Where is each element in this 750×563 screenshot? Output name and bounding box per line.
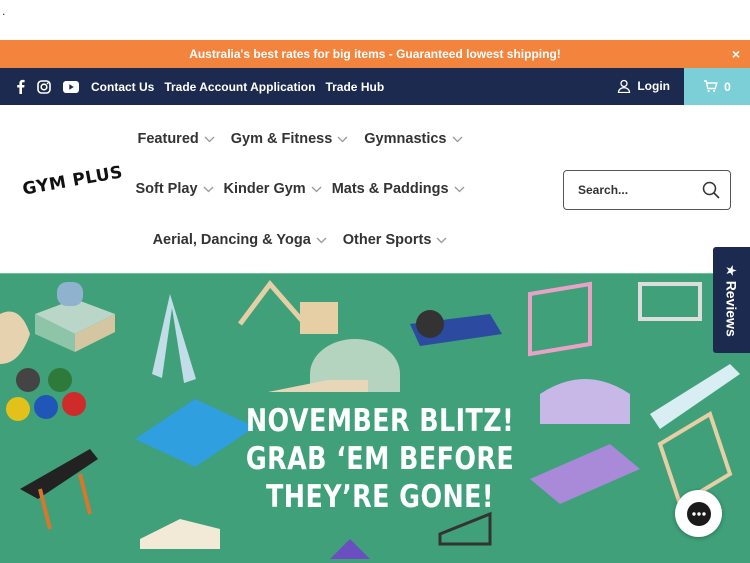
trade-hub-link[interactable]: Trade Hub: [325, 80, 384, 94]
chat-icon: [686, 501, 711, 526]
trade-account-link[interactable]: Trade Account Application: [164, 80, 315, 94]
stray-dot: .: [2, 4, 6, 18]
social-links: [0, 79, 79, 94]
user-icon: [618, 79, 631, 93]
chevron-down-icon: [311, 186, 322, 192]
instagram-icon[interactable]: [37, 79, 51, 94]
contact-us-link[interactable]: Contact Us: [91, 80, 154, 94]
nav-label: Gym & Fitness: [230, 131, 333, 147]
nav-label: Gymnastics: [364, 131, 447, 147]
chat-button[interactable]: [675, 490, 722, 537]
chevron-down-icon: [316, 237, 327, 243]
chevron-down-icon: [204, 136, 215, 142]
facebook-icon[interactable]: [16, 79, 25, 94]
nav-other-sports[interactable]: Other Sports: [343, 232, 448, 248]
cart-icon: [704, 80, 718, 93]
nav-label: Featured: [137, 131, 199, 147]
nav-row-3: Aerial, Dancing & Yoga Other Sports: [70, 232, 530, 248]
login-button[interactable]: Login: [617, 79, 670, 93]
hero-headline-line-3: THEY’RE GONE!: [266, 479, 494, 515]
chevron-down-icon: [436, 237, 447, 243]
reviews-tab[interactable]: ★ Reviews: [713, 247, 750, 353]
chevron-down-icon: [452, 136, 462, 142]
nav-row-2: Soft Play Kinder Gym Mats & Paddings: [70, 181, 530, 197]
chevron-down-icon: [454, 186, 464, 192]
nav-kinder-gym[interactable]: Kinder Gym: [224, 181, 322, 197]
cart-button[interactable]: 0: [684, 68, 750, 105]
top-links: Contact Us Trade Account Application Tra…: [91, 80, 384, 94]
site-header: GYM PLUS Featured Gym & Fitness Gymnasti…: [0, 105, 750, 273]
announcement-text: Australia's best rates for big items - G…: [189, 47, 561, 61]
nav-label: Aerial, Dancing & Yoga: [152, 232, 311, 248]
nav-gym-fitness[interactable]: Gym & Fitness: [231, 131, 349, 147]
search-placeholder: Search...: [578, 183, 629, 197]
nav-gymnastics[interactable]: Gymnastics: [364, 131, 462, 147]
nav-label: Kinder Gym: [223, 181, 306, 197]
hero-banner[interactable]: NOVEMBER BLITZ! GRAB ‘EM BEFORE THEY’RE …: [0, 273, 750, 563]
nav-soft-play[interactable]: Soft Play: [135, 181, 213, 197]
search-input[interactable]: Search...: [563, 170, 731, 210]
hero-headline-line-2: GRAB ‘EM BEFORE: [245, 441, 515, 477]
chevron-down-icon: [203, 186, 213, 192]
nav-aerial-dancing-yoga[interactable]: Aerial, Dancing & Yoga: [153, 232, 327, 248]
cart-count: 0: [724, 79, 731, 94]
nav-row-1: Featured Gym & Fitness Gymnastics: [70, 131, 530, 147]
top-bar: Contact Us Trade Account Application Tra…: [0, 68, 750, 105]
announcement-bar: Australia's best rates for big items - G…: [0, 40, 750, 68]
nav-label: Other Sports: [342, 232, 432, 248]
youtube-icon[interactable]: [63, 80, 79, 93]
nav-mats-paddings[interactable]: Mats & Paddings: [332, 181, 465, 197]
nav-label: Soft Play: [135, 181, 198, 197]
close-icon[interactable]: ×: [732, 46, 740, 62]
chevron-down-icon: [337, 136, 348, 142]
reviews-label: ★ Reviews: [724, 263, 741, 337]
nav-featured[interactable]: Featured: [138, 131, 215, 147]
search-icon[interactable]: [702, 181, 720, 199]
login-label: Login: [637, 79, 670, 93]
nav-label: Mats & Paddings: [331, 181, 449, 197]
hero-headline-line-1: NOVEMBER BLITZ!: [245, 403, 515, 439]
